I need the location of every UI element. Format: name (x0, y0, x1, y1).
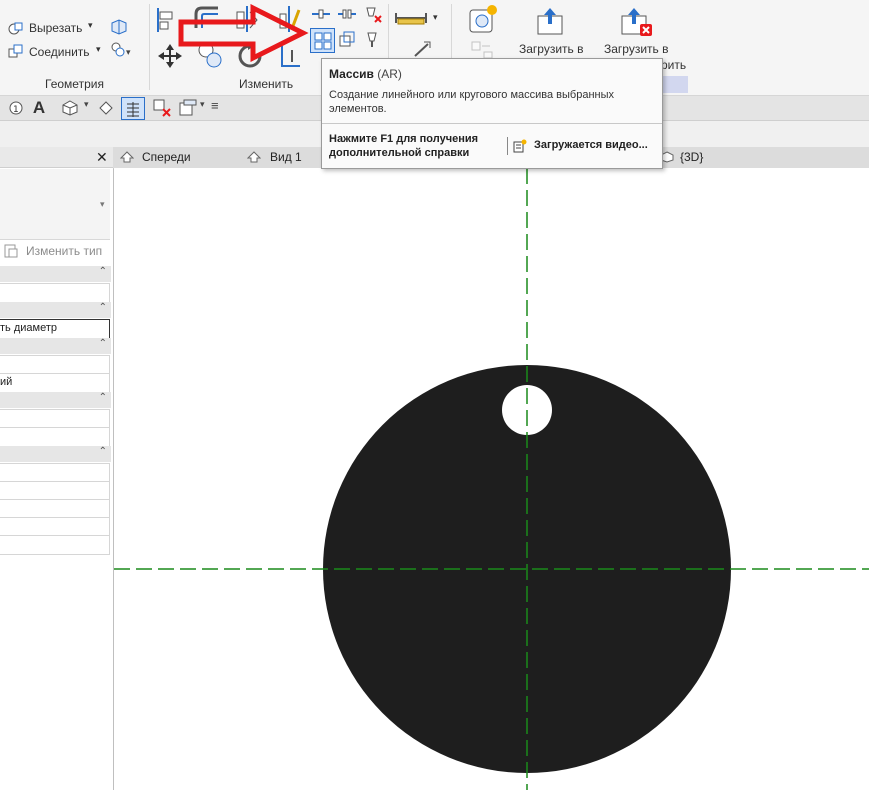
align-icon[interactable] (154, 6, 176, 34)
property-row[interactable] (0, 355, 110, 375)
close-hidden-windows-icon[interactable] (153, 99, 171, 117)
property-row[interactable] (0, 409, 110, 429)
3d-view-dropdown-icon[interactable]: ▾ (84, 99, 89, 110)
collapse-icon[interactable]: ⌃ (99, 302, 107, 313)
load-into-project-close-label-suffix[interactable]: рить (661, 58, 686, 72)
svg-text:1: 1 (13, 105, 19, 115)
svg-text:▾: ▾ (126, 48, 131, 58)
elevation-view-icon (247, 151, 261, 163)
scale-icon[interactable] (338, 30, 356, 48)
property-row-diameter[interactable]: ть диаметр (0, 319, 110, 339)
property-row[interactable] (0, 427, 110, 447)
property-row[interactable] (0, 517, 110, 537)
properties-group-header[interactable]: ⌃ (0, 446, 111, 462)
edit-type-icon[interactable] (3, 243, 19, 259)
modify-panel-label: Изменить (239, 77, 294, 91)
join-dropdown-icon[interactable]: ▾ (96, 44, 101, 55)
property-row[interactable] (0, 535, 110, 555)
split-face-icon[interactable]: ▾ (110, 41, 132, 59)
split-with-gap-icon[interactable] (337, 6, 357, 22)
tag-icon[interactable]: 1 (8, 100, 24, 116)
cut-dropdown-icon[interactable]: ▾ (88, 20, 93, 31)
measure-dropdown-icon[interactable]: ▾ (433, 12, 438, 23)
tooltip-title: Массив (AR) (329, 67, 402, 81)
collapse-icon[interactable]: ⌃ (99, 266, 107, 277)
collapse-icon[interactable]: ⌃ (99, 338, 107, 349)
property-row[interactable] (0, 499, 110, 519)
tooltip-title-text: Массив (329, 67, 374, 81)
elevation-view-icon (120, 151, 134, 163)
properties-group-header[interactable]: ⌃ (0, 338, 111, 354)
join-button-label[interactable]: Соединить (29, 45, 90, 59)
properties-group-header[interactable]: ⌃ (0, 302, 111, 318)
collapse-icon[interactable]: ⌃ (99, 392, 107, 403)
thin-lines-icon[interactable] (121, 97, 145, 120)
panel-divider (149, 4, 150, 90)
join-icon (8, 43, 24, 59)
drawing-svg[interactable] (114, 168, 869, 790)
tab-3d[interactable]: {3D} (680, 150, 703, 164)
unpin-icon[interactable] (363, 4, 383, 24)
switch-windows-dropdown-icon[interactable]: ▾ (200, 99, 205, 110)
cut-icon (8, 20, 24, 36)
create-similar-icon[interactable] (466, 4, 500, 38)
geometry-panel-label: Геометрия (45, 77, 104, 91)
dimension-icon[interactable] (412, 40, 432, 58)
type-selector[interactable] (0, 169, 110, 240)
text-icon[interactable]: A (31, 98, 47, 118)
customize-qat-icon[interactable]: ≡ (211, 98, 219, 113)
video-icon (513, 139, 527, 153)
close-icon[interactable]: ✕ (96, 149, 108, 166)
tooltip-help-text: Нажмите F1 для получения дополнительной … (329, 133, 479, 159)
section-icon[interactable] (98, 100, 114, 116)
load-into-project-icon[interactable] (534, 6, 566, 36)
pick-new-host-icon[interactable] (470, 40, 494, 60)
property-row[interactable] (0, 463, 110, 483)
tooltip-video-text: Загружается видео... (534, 139, 648, 151)
properties-group-header[interactable]: ⌃ (0, 266, 111, 282)
cut-button-label[interactable]: Вырезать (29, 21, 82, 35)
property-row[interactable]: ий (0, 373, 110, 393)
3d-view-icon[interactable] (61, 100, 79, 116)
switch-windows-icon[interactable] (179, 99, 197, 117)
property-row[interactable] (0, 481, 110, 501)
tooltip-description: Создание линейного или кругового массива… (329, 89, 615, 115)
drawing-canvas[interactable] (114, 168, 869, 790)
properties-panel: ✕ ▾ Изменить тип ⌃ ⌃ ть диаметр ⌃ ий ⌃ ⌃ (0, 147, 114, 790)
pin-icon[interactable] (363, 30, 381, 48)
cope-icon[interactable] (110, 18, 128, 36)
tab-front[interactable]: Спереди (142, 150, 191, 164)
load-into-project-close-icon[interactable] (618, 6, 654, 38)
tooltip-divider (322, 123, 662, 124)
tab-view-1[interactable]: Вид 1 (270, 150, 302, 164)
load-into-project-label[interactable]: Загрузить в (519, 42, 584, 56)
tooltip-separator (507, 137, 508, 155)
collapse-icon[interactable]: ⌃ (99, 446, 107, 457)
edit-type-label[interactable]: Изменить тип (26, 244, 102, 258)
property-row-label: ий (0, 376, 13, 388)
type-selector-dropdown-icon[interactable]: ▾ (100, 199, 105, 210)
array-tooltip: Массив (AR) Создание линейного или круго… (321, 58, 663, 169)
measure-icon[interactable] (394, 10, 428, 26)
property-row-label: ть диаметр (0, 322, 57, 334)
properties-group-header[interactable]: ⌃ (0, 392, 111, 408)
tooltip-shortcut: (AR) (377, 67, 402, 81)
load-into-project-close-label[interactable]: Загрузить в (604, 42, 669, 56)
property-row[interactable] (0, 283, 110, 303)
red-arrow-annotation (178, 4, 309, 62)
